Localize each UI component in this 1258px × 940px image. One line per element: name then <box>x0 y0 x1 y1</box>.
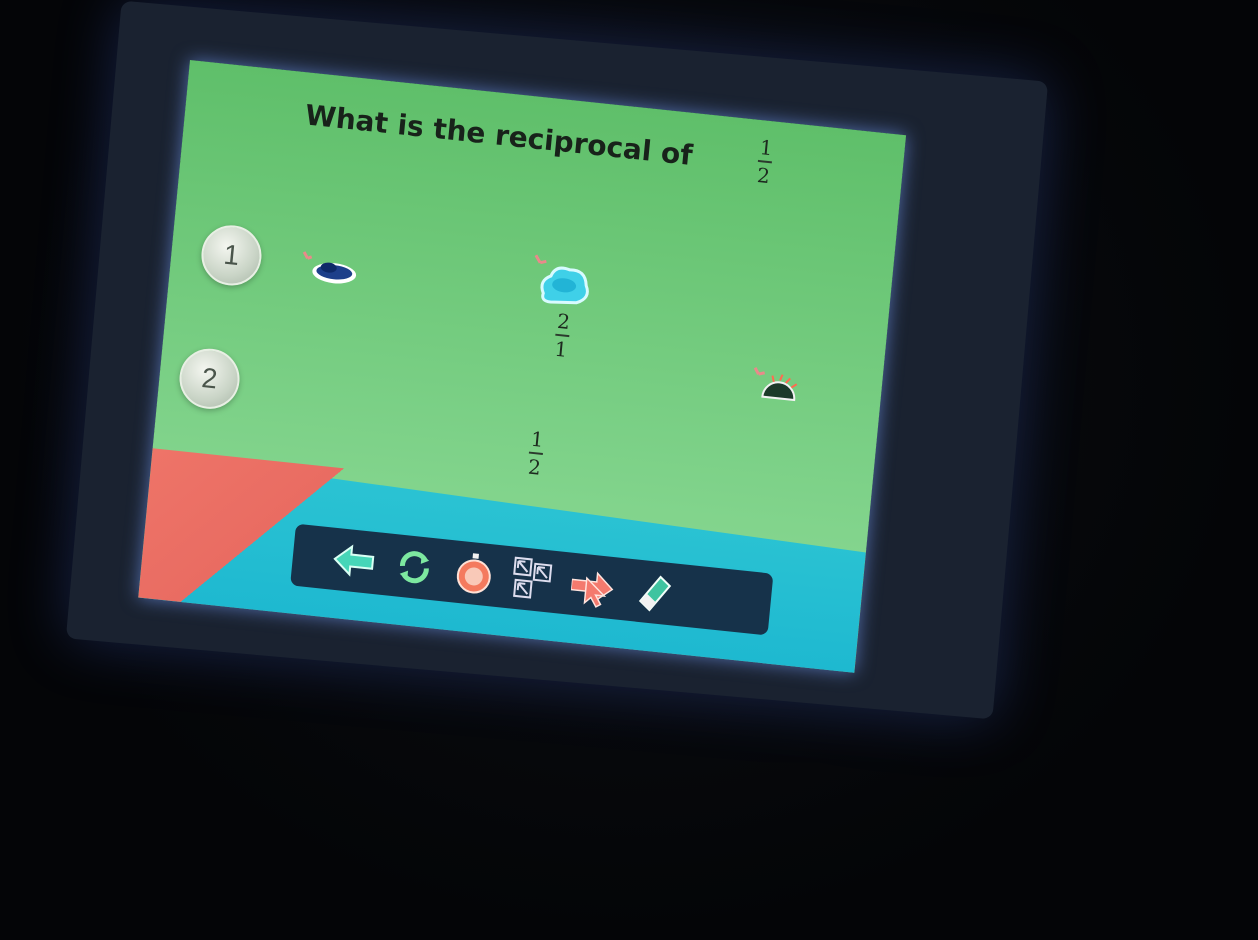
question-fraction: 1 2 <box>756 135 775 189</box>
choice-1-fraction[interactable]: 2 1 <box>553 308 572 362</box>
refresh-icon[interactable] <box>390 543 438 591</box>
choice-1-denominator: 1 <box>553 336 569 362</box>
question-label: What is the reciprocal of <box>303 98 695 172</box>
choice-2-button[interactable]: 2 <box>176 345 243 412</box>
timer-icon[interactable] <box>450 549 498 597</box>
choice-2-label: 2 <box>200 362 219 395</box>
choice-2-numerator: 1 <box>529 426 545 452</box>
question-text: What is the reciprocal of <box>304 98 694 172</box>
quiz-screen: What is the reciprocal of 1 2 1 2 1 2 1 … <box>138 60 907 673</box>
choice-2-denominator: 2 <box>527 454 543 480</box>
eraser-icon[interactable] <box>629 568 677 616</box>
photo-background: What is the reciprocal of 1 2 1 2 1 2 1 … <box>0 0 1258 940</box>
choice-1-label: 1 <box>222 238 241 272</box>
choice-1-numerator: 2 <box>556 308 572 335</box>
choice-1-button[interactable]: 1 <box>198 222 265 289</box>
back-arrow-icon[interactable] <box>331 537 379 585</box>
pointer-arrow-icon[interactable] <box>569 562 617 610</box>
choice-2-fraction[interactable]: 1 2 <box>527 426 546 480</box>
sun-icon[interactable] <box>750 366 807 407</box>
cursor-arrows-icon[interactable] <box>510 556 558 604</box>
cloud-icon[interactable] <box>299 248 362 288</box>
cloud-icon[interactable] <box>528 252 597 314</box>
question-numerator: 1 <box>758 135 774 161</box>
question-denominator: 2 <box>756 162 772 189</box>
